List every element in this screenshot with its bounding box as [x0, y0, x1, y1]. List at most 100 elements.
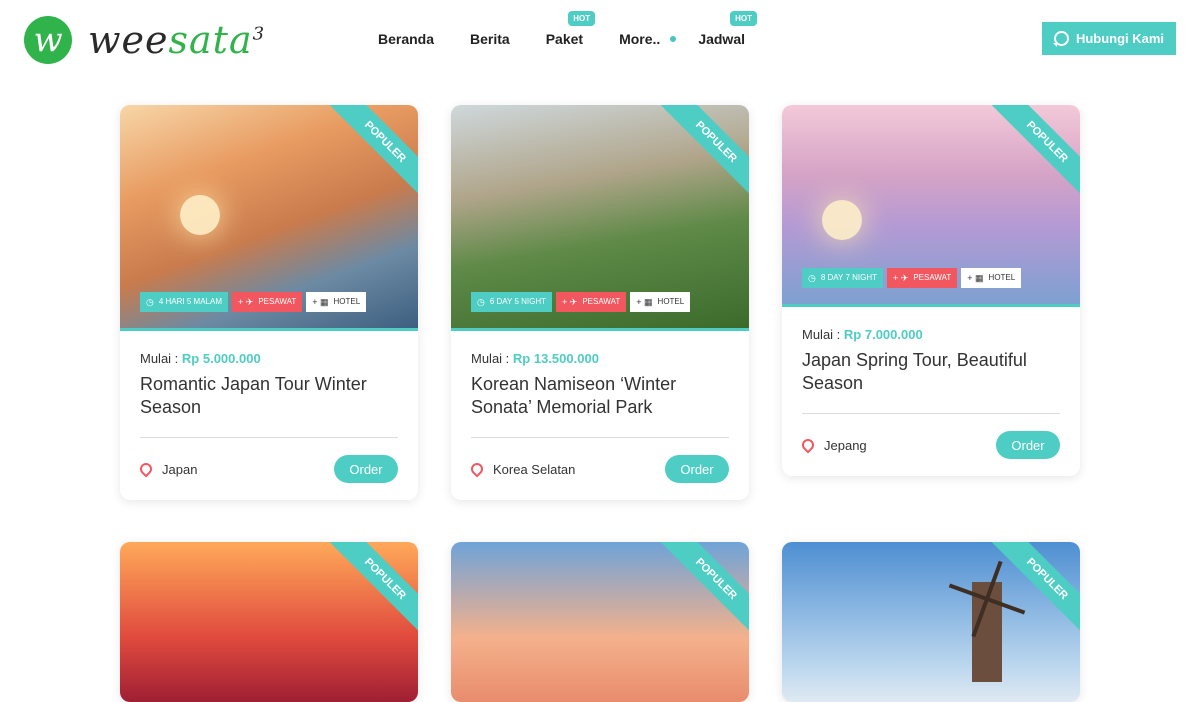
flight-label: PESAWAT	[913, 273, 952, 282]
building-icon: + ▦	[636, 297, 653, 307]
package-title[interactable]: Romantic Japan Tour Winter Season	[140, 373, 398, 419]
price-prefix: Mulai :	[471, 351, 510, 366]
map-pin-icon	[137, 460, 155, 478]
package-title[interactable]: Japan Spring Tour, Beautiful Season	[802, 349, 1060, 395]
price-value: Rp 5.000.000	[181, 351, 261, 366]
package-image[interactable]: POPULER	[782, 542, 1080, 702]
package-card: POPULER ◷ 4 HARI 5 MALAM + ✈ PESAWAT + ▦ HO…	[120, 105, 418, 500]
image-sun	[180, 195, 220, 235]
hotel-tag: + ▦ HOTEL	[961, 268, 1022, 288]
contact-button[interactable]: Hubungi Kami	[1042, 22, 1176, 55]
package-card: POPULER	[120, 542, 418, 702]
nav-label: Berita	[470, 31, 510, 47]
popular-ribbon: POPULER	[991, 542, 1080, 635]
package-tags: ◷ 4 HARI 5 MALAM + ✈ PESAWAT + ▦ HOTEL	[140, 292, 370, 312]
nav-label: Jadwal	[698, 31, 746, 47]
price-line: Mulai : Rp 5.000.000	[140, 351, 398, 366]
package-image[interactable]: POPULER	[451, 542, 749, 702]
nav-beranda[interactable]: Beranda	[378, 31, 434, 47]
flight-label: PESAWAT	[582, 297, 621, 306]
nav-berita[interactable]: Berita	[470, 31, 510, 47]
package-card: POPULER	[451, 542, 749, 702]
popular-ribbon: POPULER	[991, 105, 1080, 198]
card-body: Mulai : Rp 5.000.000 Romantic Japan Tour…	[120, 331, 418, 500]
order-button[interactable]: Order	[334, 455, 398, 483]
price-value: Rp 13.500.000	[512, 351, 599, 366]
logo-name-part1: wee	[88, 18, 169, 62]
nav-label: Beranda	[378, 31, 435, 47]
duration-label: 6 DAY 5 NIGHT	[489, 297, 547, 306]
flight-tag: + ✈ PESAWAT	[232, 292, 303, 312]
map-pin-icon	[799, 436, 817, 454]
price-value: Rp 7.000.000	[843, 327, 923, 342]
location-label: Japan	[162, 461, 198, 477]
popular-ribbon: POPULER	[660, 105, 749, 198]
plane-icon: + ✈	[238, 297, 254, 307]
main-nav: Beranda Berita Paket HOT More.. Jadwal HOT	[378, 11, 781, 47]
price-line: Mulai : Rp 7.000.000	[802, 327, 1060, 342]
popular-ribbon: POPULER	[329, 105, 418, 198]
package-image[interactable]: POPULER	[120, 542, 418, 702]
hot-badge: HOT	[730, 11, 758, 26]
hotel-label: HOTEL	[657, 297, 685, 306]
duration-tag: ◷ 6 DAY 5 NIGHT	[471, 292, 553, 312]
location: Japan	[137, 460, 198, 478]
logo[interactable]: w weesata3	[24, 16, 265, 64]
order-button[interactable]: Order	[996, 431, 1060, 459]
logo-name-part2: sata	[168, 18, 253, 62]
order-button[interactable]: Order	[665, 455, 729, 483]
hotel-label: HOTEL	[333, 297, 361, 306]
package-image[interactable]: POPULER ◷ 8 DAY 7 NIGHT + ✈ PESAWAT + ▦ HOT…	[782, 105, 1080, 307]
flight-tag: + ✈ PESAWAT	[887, 268, 958, 288]
image-sun	[822, 200, 862, 240]
flight-tag: + ✈ PESAWAT	[556, 292, 627, 312]
hotel-tag: + ▦ HOTEL	[306, 292, 367, 312]
card-body: Mulai : Rp 13.500.000 Korean Namiseon ‘W…	[451, 331, 749, 500]
map-pin-icon	[468, 460, 486, 478]
hotel-tag: + ▦ HOTEL	[630, 292, 691, 312]
package-image[interactable]: POPULER ◷ 6 DAY 5 NIGHT + ✈ PESAWAT + ▦ HOT…	[451, 105, 749, 331]
site-header: w weesata3 Beranda Berita Paket HOT More.…	[0, 0, 1200, 80]
card-footer: Jepang Order	[799, 414, 1060, 476]
package-card: POPULER	[782, 542, 1080, 702]
nav-more[interactable]: More..	[619, 31, 677, 47]
hot-badge: HOT	[568, 11, 596, 26]
popular-ribbon: POPULER	[329, 542, 418, 635]
nav-label: Paket	[545, 31, 584, 47]
duration-tag: ◷ 8 DAY 7 NIGHT	[802, 268, 884, 288]
duration-tag: ◷ 4 HARI 5 MALAM	[140, 292, 228, 312]
duration-label: 4 HARI 5 MALAM	[158, 297, 222, 306]
price-line: Mulai : Rp 13.500.000	[471, 351, 729, 366]
hotel-label: HOTEL	[988, 273, 1016, 282]
plane-icon: + ✈	[893, 273, 909, 283]
card-body: Mulai : Rp 7.000.000 Japan Spring Tour, …	[782, 307, 1080, 476]
logo-mark: w	[24, 16, 72, 64]
logo-sup: 3	[252, 23, 266, 45]
popular-ribbon: POPULER	[660, 542, 749, 635]
whatsapp-icon	[1053, 31, 1069, 46]
nav-jadwal[interactable]: Jadwal HOT	[698, 11, 758, 47]
price-prefix: Mulai :	[140, 351, 179, 366]
location-label: Korea Selatan	[493, 461, 576, 477]
package-image[interactable]: POPULER ◷ 4 HARI 5 MALAM + ✈ PESAWAT + ▦ HO…	[120, 105, 418, 331]
package-card: POPULER ◷ 6 DAY 5 NIGHT + ✈ PESAWAT + ▦ HOT…	[451, 105, 749, 500]
card-footer: Japan Order	[137, 438, 398, 500]
package-tags: ◷ 6 DAY 5 NIGHT + ✈ PESAWAT + ▦ HOTEL	[471, 292, 694, 312]
clock-icon: ◷	[477, 297, 485, 307]
location: Jepang	[799, 436, 867, 454]
flight-label: PESAWAT	[258, 297, 297, 306]
package-tags: ◷ 8 DAY 7 NIGHT + ✈ PESAWAT + ▦ HOTEL	[802, 268, 1025, 288]
duration-label: 8 DAY 7 NIGHT	[820, 273, 878, 282]
clock-icon: ◷	[146, 297, 154, 307]
clock-icon: ◷	[808, 273, 816, 283]
contact-button-label: Hubungi Kami	[1075, 31, 1165, 46]
card-footer: Korea Selatan Order	[468, 438, 729, 500]
building-icon: + ▦	[967, 273, 984, 283]
plane-icon: + ✈	[562, 297, 578, 307]
nav-paket[interactable]: Paket HOT	[545, 11, 596, 47]
dropdown-dot-icon	[670, 36, 677, 42]
building-icon: + ▦	[312, 297, 329, 307]
package-title[interactable]: Korean Namiseon ‘Winter Sonata’ Memorial…	[471, 373, 729, 419]
logo-text: weesata3	[88, 18, 265, 62]
package-card: POPULER ◷ 8 DAY 7 NIGHT + ✈ PESAWAT + ▦ HOT…	[782, 105, 1080, 476]
